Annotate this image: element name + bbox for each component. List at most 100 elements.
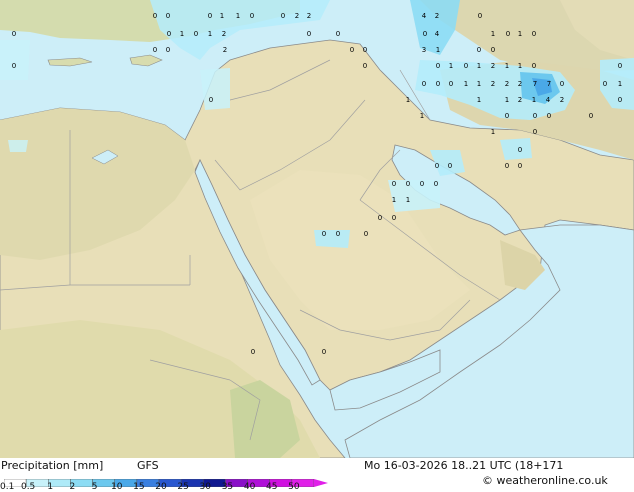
- precip-value-label: 1: [436, 46, 440, 54]
- precip-value-label: 2: [518, 80, 522, 88]
- legend-stop-label: 30: [199, 482, 211, 492]
- map-canvas: 0 0 0 1 1 0 0 2 2 4 2 00 0 1 0 1 2 0 0 0 4 1 0 1 00 0 2 0 0 3 1 0 00 0 0 1 0…: [0, 0, 634, 458]
- precip-value-label: 0: [12, 30, 16, 38]
- precip-value-label: 1: [505, 62, 509, 70]
- legend-footer: Precipitation [mm] GFS Mo 16-03-2026 18.…: [0, 458, 634, 492]
- precip-value-label: 0: [153, 12, 157, 20]
- precip-value-label: 1: [618, 80, 622, 88]
- credit-text[interactable]: © weatheronline.co.uk: [482, 474, 608, 487]
- precip-value-label: 2: [223, 46, 227, 54]
- precip-value-label: 0: [420, 180, 424, 188]
- precip-value-label: 2: [491, 62, 495, 70]
- precip-area-south-iran: [500, 138, 532, 160]
- legend-stop-label: 25: [177, 482, 189, 492]
- precip-value-label: 1: [236, 12, 240, 20]
- precip-value-label: 1: [518, 62, 522, 70]
- precip-value-label: 0: [589, 112, 593, 120]
- precip-value-label: 1: [392, 196, 396, 204]
- precip-value-label: 0: [251, 348, 255, 356]
- precip-value-label: 0: [209, 96, 213, 104]
- legend-stop-label: 10: [110, 482, 123, 492]
- precip-value-label: 0: [505, 112, 509, 120]
- precip-value-label: 0: [322, 230, 326, 238]
- precip-area-libya: [8, 140, 28, 152]
- precip-value-label: 0: [392, 180, 396, 188]
- precip-value-label: 1: [477, 62, 481, 70]
- precip-value-label: 0: [464, 62, 468, 70]
- precip-value-label: 4: [422, 12, 427, 20]
- precip-value-label: 1: [532, 96, 536, 104]
- precip-value-label: 3: [422, 46, 426, 54]
- precip-value-label: 0: [12, 62, 16, 70]
- valid-time: Mo 16-03-2026 18..21 UTC (18+171: [364, 459, 564, 472]
- legend-colorbar: [3, 472, 328, 488]
- precip-value-label: 0: [477, 46, 481, 54]
- precip-value-label: 2: [295, 12, 299, 20]
- precip-value-label: 1: [505, 96, 509, 104]
- precip-value-label: 0: [506, 30, 510, 38]
- precip-value-label: 0: [250, 12, 254, 20]
- legend-stop-label: 45: [265, 482, 278, 492]
- legend-stop-label: 5: [91, 482, 98, 492]
- precip-area-west: [0, 40, 30, 80]
- precip-value-label: 0: [603, 80, 607, 88]
- precip-value-label: 0: [448, 162, 452, 170]
- precip-value-label: 1: [406, 96, 410, 104]
- precip-value-label: 0: [491, 46, 495, 54]
- legend-stop-label: 40: [243, 482, 256, 492]
- precip-value-label: 0: [336, 230, 340, 238]
- legend-stop-label: 0.5: [20, 482, 36, 492]
- precip-value-label: 2: [505, 80, 509, 88]
- precip-value-label: 0: [560, 80, 564, 88]
- precip-value-label: 1: [449, 62, 453, 70]
- legend-stop-label: 1: [47, 482, 54, 492]
- precip-value-label: 0: [363, 46, 367, 54]
- precip-value-label: 2: [307, 12, 311, 20]
- precip-value-label: 1: [491, 30, 495, 38]
- precip-value-label: 0: [435, 162, 439, 170]
- legend-stop-label: 2: [69, 482, 76, 492]
- legend-model: GFS: [137, 459, 159, 472]
- legend-stop-label: 15: [133, 482, 145, 492]
- precip-value-label: 1: [464, 80, 468, 88]
- precip-value-label: 1: [491, 128, 495, 136]
- precip-value-label: 0: [281, 12, 285, 20]
- precip-value-label: 2: [222, 30, 226, 38]
- precip-value-label: 0: [434, 180, 438, 188]
- precip-value-label: 0: [363, 62, 367, 70]
- precip-value-label: 0: [322, 348, 326, 356]
- legend-title: Precipitation [mm]: [1, 459, 104, 472]
- legend-stop-label: 50: [288, 482, 300, 492]
- precip-value-label: 0: [167, 30, 171, 38]
- precip-value-label: 0: [533, 128, 537, 136]
- precip-value-label: 0: [406, 180, 410, 188]
- precip-value-label: 0: [518, 146, 522, 154]
- precip-value-label: 0: [194, 30, 198, 38]
- precip-value-label: 0: [307, 30, 311, 38]
- precip-value-label: 2: [491, 80, 495, 88]
- precip-value-label: 0: [533, 112, 537, 120]
- legend-stop-label: 0.1: [0, 482, 15, 492]
- precip-value-label: 0: [423, 30, 427, 38]
- precip-value-label: 0: [532, 30, 536, 38]
- precip-value-label: 7: [547, 80, 551, 88]
- precip-value-label: 0: [350, 46, 354, 54]
- precip-value-label: 0: [166, 12, 170, 20]
- precip-value-label: 0: [166, 46, 170, 54]
- precip-value-label: 0: [436, 80, 440, 88]
- precip-value-label: 0: [364, 230, 368, 238]
- precip-value-label: 1: [420, 112, 424, 120]
- precip-value-label: 1: [208, 30, 212, 38]
- precip-value-label: 4: [435, 30, 440, 38]
- precip-value-label: 1: [220, 12, 224, 20]
- precip-value-label: 4: [546, 96, 551, 104]
- precip-value-label: 0: [547, 112, 551, 120]
- precip-value-label: 1: [180, 30, 184, 38]
- precip-value-label: 0: [532, 62, 536, 70]
- precip-value-label: 2: [518, 96, 522, 104]
- precip-value-label: 0: [618, 62, 622, 70]
- precip-value-label: 0: [478, 12, 482, 20]
- precip-value-label: 0: [392, 214, 396, 222]
- precip-value-label: 0: [422, 80, 426, 88]
- precip-area-riyadh: [314, 230, 350, 248]
